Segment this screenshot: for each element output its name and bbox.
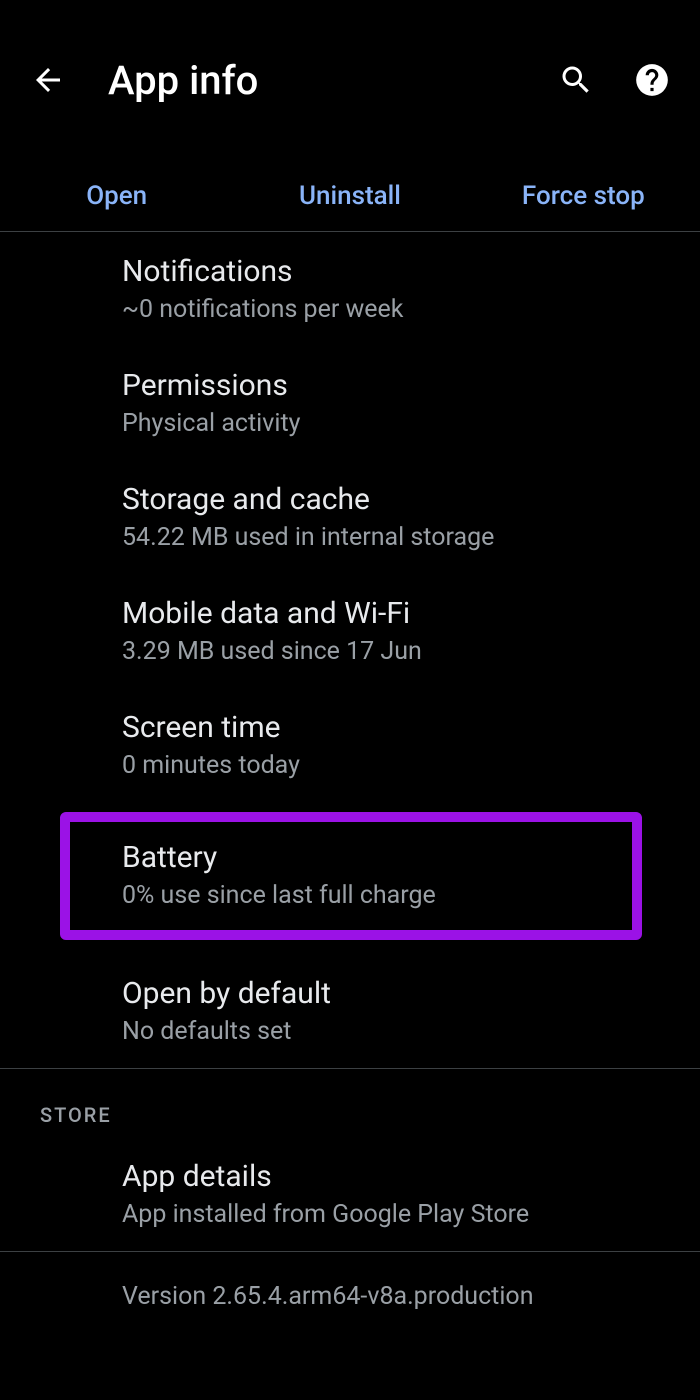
help-button[interactable] [628,56,676,104]
open-button[interactable]: Open [0,181,233,211]
search-icon [558,62,594,98]
item-subtitle: App installed from Google Play Store [122,1200,680,1229]
help-icon [633,61,671,99]
item-subtitle: No defaults set [122,1017,680,1046]
item-title: Screen time [122,710,680,745]
page-title: App info [108,57,552,104]
item-title: App details [122,1159,680,1194]
settings-list: Notifications ~0 notifications per week … [0,232,700,1331]
highlight-box: Battery 0% use since last full charge [60,812,642,940]
item-subtitle: 0 minutes today [122,751,680,780]
item-subtitle: 54.22 MB used in internal storage [122,523,680,552]
item-subtitle: 0% use since last full charge [122,881,612,910]
item-title: Open by default [122,976,680,1011]
item-subtitle: 3.29 MB used since 17 Jun [122,637,680,666]
item-title: Battery [122,840,612,875]
item-title: Storage and cache [122,482,680,517]
uninstall-button[interactable]: Uninstall [233,181,466,211]
mobile-data-item[interactable]: Mobile data and Wi-Fi 3.29 MB used since… [0,574,700,688]
header-actions [552,56,676,104]
open-by-default-item[interactable]: Open by default No defaults set [0,954,700,1068]
item-title: Permissions [122,368,680,403]
app-details-item[interactable]: App details App installed from Google Pl… [0,1137,700,1251]
screen-time-item[interactable]: Screen time 0 minutes today [0,688,700,802]
item-title: Mobile data and Wi-Fi [122,596,680,631]
back-button[interactable] [24,56,72,104]
item-title: Notifications [122,254,680,289]
item-subtitle: Physical activity [122,409,680,438]
notifications-item[interactable]: Notifications ~0 notifications per week [0,232,700,346]
app-bar: App info [0,0,700,160]
item-subtitle: ~0 notifications per week [122,295,680,324]
store-section-label: STORE [0,1069,700,1137]
arrow-back-icon [30,62,66,98]
battery-item[interactable]: Battery 0% use since last full charge [70,822,632,930]
search-button[interactable] [552,56,600,104]
permissions-item[interactable]: Permissions Physical activity [0,346,700,460]
storage-item[interactable]: Storage and cache 54.22 MB used in inter… [0,460,700,574]
version-text: Version 2.65.4.arm64-v8a.production [0,1252,700,1331]
force-stop-button[interactable]: Force stop [467,181,700,211]
action-row: Open Uninstall Force stop [0,160,700,232]
